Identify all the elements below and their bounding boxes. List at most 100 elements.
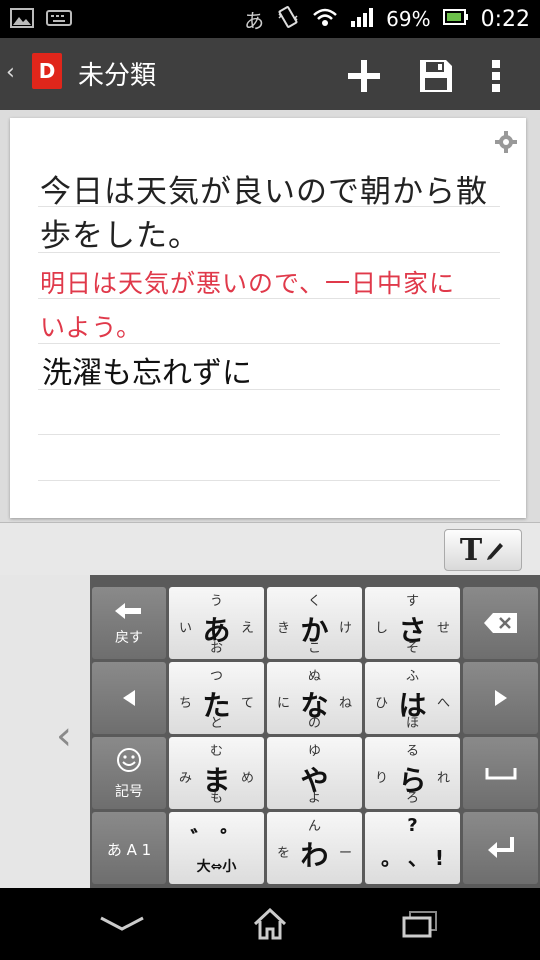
undo-label: 戻す [115,630,143,646]
smiley-icon [117,748,141,772]
key-ka[interactable]: く き か け こ [267,587,362,659]
flick-up-label: ふ [405,669,419,684]
navigation-bar [0,888,540,960]
flick-up-label: ぬ [307,669,321,684]
symbol-label: 記号 [115,784,143,800]
flick-up-label: う [209,594,223,609]
space-icon [485,768,517,780]
note-page[interactable]: 今日は天気が良いので朝から散 歩をした。 明日は天気が悪いので、一日中家に いよ… [10,118,526,518]
app-logo[interactable]: D [32,53,62,89]
input-mode-key[interactable]: あ A 1 [92,812,166,884]
gallery-notification-icon [10,8,34,32]
backspace-icon [484,613,517,633]
enter-key[interactable] [463,812,538,884]
cursor-left-key[interactable] [92,662,166,734]
keyboard-area: ‹ 戻す 記号 あ A 1 う い あ え お く き か け こ す し さ … [0,575,540,888]
flick-keyboard: 戻す 記号 あ A 1 う い あ え お く き か け こ す し さ せ … [90,575,540,888]
undo-key[interactable]: 戻す [92,587,166,659]
text-tool-label: T [459,532,483,568]
input-toolstrip: T [0,522,540,576]
action-bar: ‹ D 未分類 [0,38,540,110]
undo-arrow-icon [115,603,141,619]
key-wa[interactable]: ん を わ ー [267,812,362,884]
handwriting-line-4: いよう。 [40,313,143,342]
keyboard-notification-icon [46,8,72,32]
flick-up-label: る [405,744,419,759]
battery-icon [442,7,469,31]
hide-keyboard-button[interactable] [92,902,152,946]
flick-down-label: も [209,791,223,806]
more-vert-icon [492,60,500,92]
key-main-label: ゛ ゜ [190,828,243,853]
clock: 0:22 [480,6,530,32]
flick-up-label: つ [209,669,223,684]
pen-icon [487,543,504,560]
key-na[interactable]: ぬ に な ね の [267,662,362,734]
wifi-icon [312,6,338,33]
page-settings-gear-icon[interactable] [494,130,518,158]
save-button[interactable] [416,56,456,96]
flick-up-label: ん [307,819,321,834]
backspace-key[interactable] [463,587,538,659]
add-button[interactable] [344,56,384,96]
flick-down-label: こ [307,641,321,656]
plus-icon [348,60,380,92]
cursor-right-key[interactable] [463,662,538,734]
flick-right-label: め [240,771,254,786]
key-ha[interactable]: ふ ひ は へ ほ [365,662,460,734]
flick-right-label: ー [338,846,352,861]
home-button[interactable] [240,902,300,946]
overflow-menu-button[interactable] [476,56,516,96]
floppy-disk-icon [420,60,452,92]
flick-down-label: 大⇔小 [196,859,237,875]
flick-right-label: え [240,621,254,636]
flick-down-label: ろ [405,791,419,806]
handwriting-line-2: 歩をした。 [40,218,200,254]
handwriting-line-1: 今日は天気が良いので朝から散 [40,174,488,210]
vibrate-icon [276,5,300,34]
key-main-label: 。 、 ! [380,846,445,870]
space-key[interactable] [463,737,538,809]
chevron-left-icon[interactable]: ‹ [56,713,72,759]
key-a[interactable]: う い あ え お [169,587,264,659]
key-ya[interactable]: ゆ や よ [267,737,362,809]
input-mode-label: あ A 1 [106,841,152,859]
flick-down-label: よ [307,791,321,806]
keyboard-side-panel: ‹ [0,575,90,888]
flick-right-label: れ [436,771,450,786]
enter-arrow-icon [488,837,514,858]
chevron-down-icon [100,916,144,931]
flick-right-label: へ [436,696,450,711]
symbol-key[interactable]: 記号 [92,737,166,809]
triangle-right-icon [495,690,507,706]
flick-down-label: と [209,716,223,731]
flick-right-label: て [240,696,254,711]
flick-up-label: く [307,594,321,609]
signal-icon [350,6,374,33]
key-ma[interactable]: む み ま め も [169,737,264,809]
key-ta[interactable]: つ ち た て と [169,662,264,734]
key-sa[interactable]: す し さ せ そ [365,587,460,659]
flick-down-label: の [307,716,321,731]
flick-down-label: お [209,641,223,656]
flick-down-label: ほ [405,716,419,731]
recent-apps-button[interactable] [390,902,450,946]
flick-up-label: ゆ [307,744,321,759]
ime-indicator: あ [244,8,265,33]
key-ra[interactable]: る り ら れ ろ [365,737,460,809]
key-dakuten[interactable]: ゛ ゜ 大⇔小 [169,812,264,884]
notebook-title[interactable]: 未分類 [78,55,156,92]
flick-down-label: そ [405,641,419,656]
flick-right-label: ね [338,696,352,711]
back-chevron-icon[interactable]: ‹ [6,60,15,85]
flick-up-label: す [405,594,419,609]
text-input-tool-button[interactable]: T [444,529,522,571]
key-punctuation[interactable]: ? 。 、 ! [365,812,460,884]
recent-apps-icon [402,911,437,938]
typed-text-line[interactable]: 洗濯も忘れずに [42,348,252,392]
flick-up-label: む [209,744,223,759]
note-area: 今日は天気が良いので朝から散 歩をした。 明日は天気が悪いので、一日中家に いよ… [0,110,540,522]
triangle-left-icon [123,690,135,706]
handwriting-line-3: 明日は天気が悪いので、一日中家に [40,269,456,298]
flick-up-label: ? [407,815,418,836]
